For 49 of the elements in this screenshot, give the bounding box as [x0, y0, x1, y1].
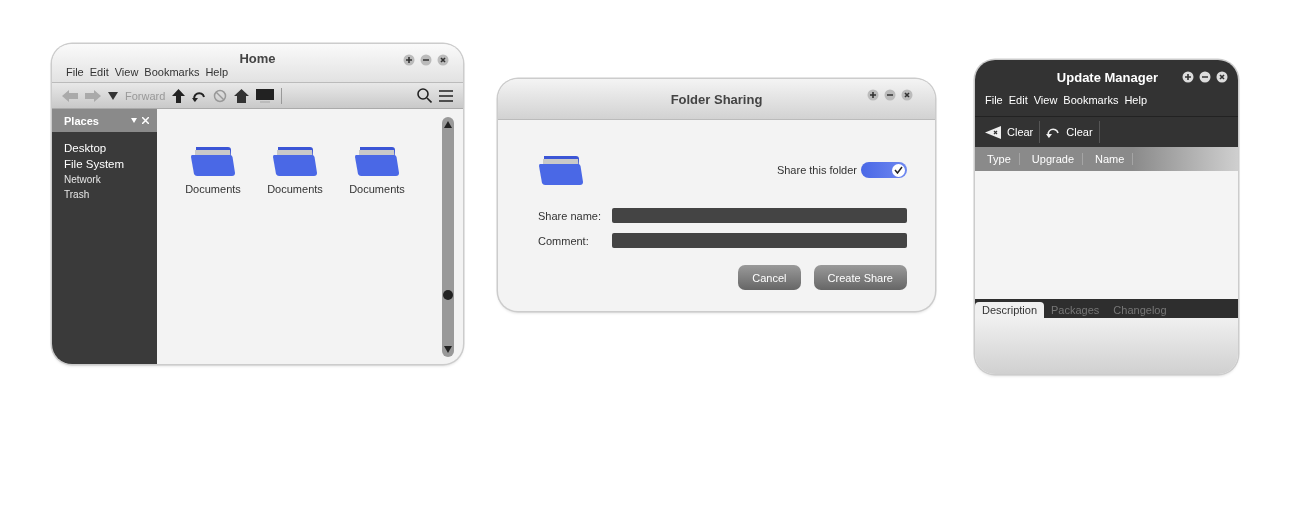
up-arrow-icon[interactable]	[172, 88, 186, 103]
menu-item[interactable]: Help	[205, 66, 228, 78]
file-name[interactable]: Documents	[267, 183, 323, 195]
menu-item[interactable]: Bookmarks	[144, 66, 200, 78]
menu-item[interactable]: Edit	[1008, 94, 1028, 106]
undo-icon	[1046, 125, 1061, 139]
window-title: Update Manager	[1056, 69, 1158, 85]
monitor-icon[interactable]	[256, 88, 275, 103]
close-icon[interactable]	[142, 117, 149, 124]
scrollbar[interactable]	[441, 117, 455, 357]
folder-icon[interactable]	[354, 145, 400, 177]
input-field[interactable]	[612, 208, 907, 223]
sidebar-item[interactable]: Desktop	[64, 142, 107, 154]
sidebar-title: Places	[64, 114, 100, 127]
menu-item[interactable]: Bookmarks	[1063, 94, 1119, 106]
folder-icon	[538, 154, 584, 186]
home-icon[interactable]	[234, 88, 250, 103]
menu-item[interactable]: Edit	[89, 66, 109, 78]
search-icon[interactable]	[417, 88, 432, 103]
sidebar-item[interactable]: Network	[64, 174, 101, 185]
folder-icon[interactable]	[190, 145, 236, 177]
sidebar-item[interactable]: File System	[64, 158, 125, 170]
dialog-button[interactable]: Create Share	[813, 265, 907, 290]
menu-item[interactable]: File	[66, 66, 84, 78]
file-name[interactable]: Documents	[349, 183, 405, 195]
sidebar-item[interactable]: Trash	[64, 189, 90, 200]
check-icon	[894, 166, 903, 174]
dialog-button[interactable]: Cancel	[738, 265, 801, 290]
window-title: Home	[239, 50, 276, 66]
toggle-switch[interactable]	[861, 162, 907, 178]
toolbar-button[interactable]: Clear	[1044, 121, 1100, 143]
dropdown-icon[interactable]	[108, 91, 118, 100]
menu-item[interactable]: Help	[1124, 94, 1147, 106]
toolbar-button[interactable]: Clear	[983, 121, 1041, 143]
window-title: Folder Sharing	[670, 91, 763, 107]
menu-item[interactable]: View	[114, 66, 139, 78]
menu-item[interactable]: View	[1033, 94, 1058, 106]
window-controls-icon[interactable]	[1182, 71, 1228, 83]
folder-icon[interactable]	[272, 145, 318, 177]
field-label: Comment:	[538, 234, 590, 247]
input-field[interactable]	[612, 233, 907, 248]
menu-icon[interactable]	[439, 89, 453, 102]
toggle-label: Share this folder	[776, 164, 857, 176]
menu-item[interactable]: File	[985, 94, 1003, 106]
field-label: Share name:	[538, 209, 602, 222]
file-name[interactable]: Documents	[185, 183, 241, 195]
tab[interactable]: Description	[975, 302, 1045, 318]
window-controls-icon[interactable]	[867, 89, 913, 101]
window-controls-icon[interactable]	[403, 54, 449, 66]
